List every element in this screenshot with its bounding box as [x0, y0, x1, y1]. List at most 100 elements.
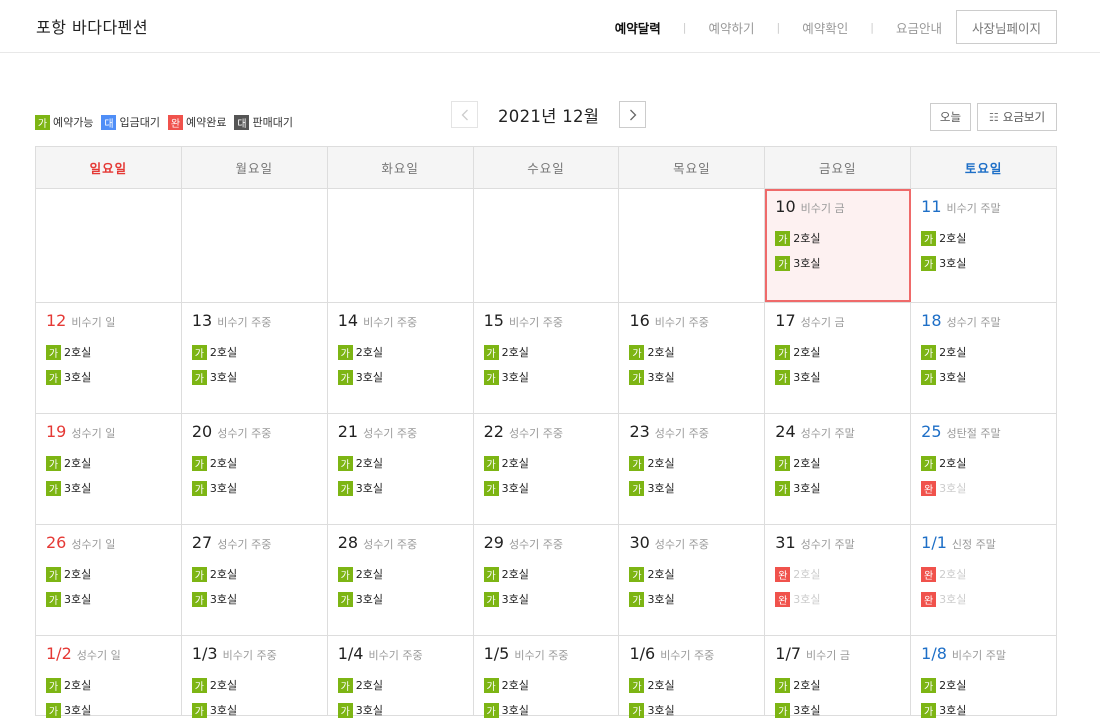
- room-available[interactable]: 가 2호실: [775, 230, 900, 246]
- room-available[interactable]: 가 3호실: [191, 480, 317, 496]
- room-available[interactable]: 가 2호실: [483, 566, 609, 582]
- day-cell[interactable]: 13 비수기 주중 가 2호실 가 3호실: [182, 303, 328, 413]
- day-cell[interactable]: 29 성수기 주중 가 2호실 가 3호실: [474, 525, 620, 635]
- room-available[interactable]: 가 3호실: [191, 369, 317, 385]
- room-available[interactable]: 가 3호실: [337, 369, 463, 385]
- room-available[interactable]: 가 2호실: [337, 566, 463, 582]
- day-number: 23: [629, 422, 650, 441]
- room-available[interactable]: 가 2호실: [191, 344, 317, 360]
- day-cell[interactable]: 28 성수기 주중 가 2호실 가 3호실: [328, 525, 474, 635]
- nav-price-info[interactable]: 요금안내: [896, 18, 942, 37]
- room-available[interactable]: 가 2호실: [191, 455, 317, 471]
- room-available[interactable]: 가 3호실: [483, 591, 609, 607]
- next-month-button[interactable]: [619, 101, 647, 128]
- view-prices-button[interactable]: ☷ 요금보기: [977, 103, 1057, 131]
- day-cell[interactable]: 25 성탄절 주말 가 2호실 완 3호실: [911, 414, 1056, 524]
- room-available[interactable]: 가 2호실: [46, 566, 171, 582]
- day-cell[interactable]: 27 성수기 주중 가 2호실 가 3호실: [182, 525, 328, 635]
- room-available[interactable]: 가 2호실: [921, 455, 1046, 471]
- day-cell[interactable]: 24 성수기 주말 가 2호실 가 3호실: [765, 414, 912, 524]
- room-available[interactable]: 가 3호실: [191, 702, 317, 718]
- nav-reservation-calendar[interactable]: 예약달력: [615, 18, 661, 37]
- room-available[interactable]: 가 2호실: [775, 455, 900, 471]
- day-cell[interactable]: 12 비수기 일 가 2호실 가 3호실: [36, 303, 182, 413]
- day-cell[interactable]: 11 비수기 주말 가 2호실 가 3호실: [911, 189, 1056, 302]
- day-cell[interactable]: 31 성수기 주말 완 2호실 완 3호실: [765, 525, 912, 635]
- day-cell[interactable]: 15 비수기 주중 가 2호실 가 3호실: [474, 303, 620, 413]
- room-available[interactable]: 가 2호실: [775, 344, 900, 360]
- day-cell[interactable]: 17 성수기 금 가 2호실 가 3호실: [765, 303, 912, 413]
- room-status-badge: 가: [337, 480, 353, 496]
- room-available[interactable]: 가 2호실: [629, 566, 754, 582]
- room-status-badge: 가: [775, 255, 791, 271]
- day-cell[interactable]: 26 성수기 일 가 2호실 가 3호실: [36, 525, 182, 635]
- day-cell[interactable]: 1/8 비수기 주말 가 2호실 가 3호실: [911, 636, 1056, 718]
- day-cell[interactable]: 21 성수기 주중 가 2호실 가 3호실: [328, 414, 474, 524]
- nav-check-reservation[interactable]: 예약확인: [802, 18, 848, 37]
- room-available[interactable]: 가 3호실: [775, 702, 900, 718]
- room-available[interactable]: 가 2호실: [629, 455, 754, 471]
- day-cell[interactable]: 19 성수기 일 가 2호실 가 3호실: [36, 414, 182, 524]
- day-cell[interactable]: 10 비수기 금 가 2호실 가 3호실: [765, 189, 912, 302]
- day-cell[interactable]: 23 성수기 주중 가 2호실 가 3호실: [619, 414, 766, 524]
- room-available[interactable]: 가 3호실: [775, 255, 900, 271]
- prev-month-button[interactable]: [451, 101, 478, 128]
- room-available[interactable]: 가 2호실: [337, 455, 463, 471]
- room-available[interactable]: 가 3호실: [46, 480, 171, 496]
- room-available[interactable]: 가 2호실: [191, 566, 317, 582]
- room-available[interactable]: 가 3호실: [921, 369, 1046, 385]
- room-available[interactable]: 가 3호실: [483, 702, 609, 718]
- room-available[interactable]: 가 3호실: [46, 369, 171, 385]
- today-button[interactable]: 오늘: [930, 103, 971, 131]
- room-available[interactable]: 가 3호실: [775, 369, 900, 385]
- room-available[interactable]: 가 2호실: [629, 344, 754, 360]
- day-cell[interactable]: 20 성수기 주중 가 2호실 가 3호실: [182, 414, 328, 524]
- day-cell[interactable]: 1/5 비수기 주중 가 2호실 가 3호실: [474, 636, 620, 718]
- room-available[interactable]: 가 3호실: [629, 369, 754, 385]
- room-available[interactable]: 가 3호실: [629, 591, 754, 607]
- room-available[interactable]: 가 3호실: [921, 702, 1046, 718]
- room-available[interactable]: 가 3호실: [46, 591, 171, 607]
- day-cell[interactable]: 1/1 신정 주말 완 2호실 완 3호실: [911, 525, 1056, 635]
- room-available[interactable]: 가 2호실: [337, 677, 463, 693]
- room-name: 2호실: [793, 232, 821, 245]
- room-available[interactable]: 가 2호실: [191, 677, 317, 693]
- room-available[interactable]: 가 3호실: [46, 702, 171, 718]
- day-cell[interactable]: 1/6 비수기 주중 가 2호실 가 3호실: [619, 636, 766, 718]
- room-available[interactable]: 가 3호실: [337, 702, 463, 718]
- room-available[interactable]: 가 3호실: [629, 480, 754, 496]
- day-cell[interactable]: 1/7 비수기 금 가 2호실 가 3호실: [765, 636, 912, 718]
- room-available[interactable]: 가 3호실: [921, 255, 1046, 271]
- day-cell[interactable]: 1/4 비수기 주중 가 2호실 가 3호실: [328, 636, 474, 718]
- room-available[interactable]: 가 3호실: [337, 480, 463, 496]
- room-available[interactable]: 가 2호실: [46, 344, 171, 360]
- room-available[interactable]: 가 2호실: [483, 677, 609, 693]
- room-available[interactable]: 가 2호실: [921, 230, 1046, 246]
- day-cell[interactable]: 1/2 성수기 일 가 2호실 가 3호실: [36, 636, 182, 718]
- day-cell[interactable]: 22 성수기 주중 가 2호실 가 3호실: [474, 414, 620, 524]
- day-cell[interactable]: 1/3 비수기 주중 가 2호실 가 3호실: [182, 636, 328, 718]
- room-available[interactable]: 가 2호실: [921, 344, 1046, 360]
- day-cell[interactable]: 30 성수기 주중 가 2호실 가 3호실: [619, 525, 766, 635]
- owner-page-button[interactable]: 사장님페이지: [956, 10, 1057, 44]
- day-cell[interactable]: 16 비수기 주중 가 2호실 가 3호실: [619, 303, 766, 413]
- day-cell[interactable]: 14 비수기 주중 가 2호실 가 3호실: [328, 303, 474, 413]
- room-available[interactable]: 가 2호실: [483, 344, 609, 360]
- brand-logo[interactable]: 포항 바다다펜션: [36, 14, 148, 38]
- room-available[interactable]: 가 3호실: [483, 369, 609, 385]
- room-available[interactable]: 가 3호실: [483, 480, 609, 496]
- room-available[interactable]: 가 2호실: [46, 677, 171, 693]
- room-available[interactable]: 가 3호실: [629, 702, 754, 718]
- room-available[interactable]: 가 2호실: [629, 677, 754, 693]
- room-available[interactable]: 가 2호실: [921, 677, 1046, 693]
- day-cell[interactable]: 18 성수기 주말 가 2호실 가 3호실: [911, 303, 1056, 413]
- room-available[interactable]: 가 2호실: [337, 344, 463, 360]
- room-available[interactable]: 가 2호실: [46, 455, 171, 471]
- room-available[interactable]: 가 2호실: [775, 677, 900, 693]
- day-number: 1/1: [921, 533, 947, 552]
- room-available[interactable]: 가 2호실: [483, 455, 609, 471]
- nav-make-reservation[interactable]: 예약하기: [709, 18, 755, 37]
- room-available[interactable]: 가 3호실: [337, 591, 463, 607]
- room-available[interactable]: 가 3호실: [775, 480, 900, 496]
- room-available[interactable]: 가 3호실: [191, 591, 317, 607]
